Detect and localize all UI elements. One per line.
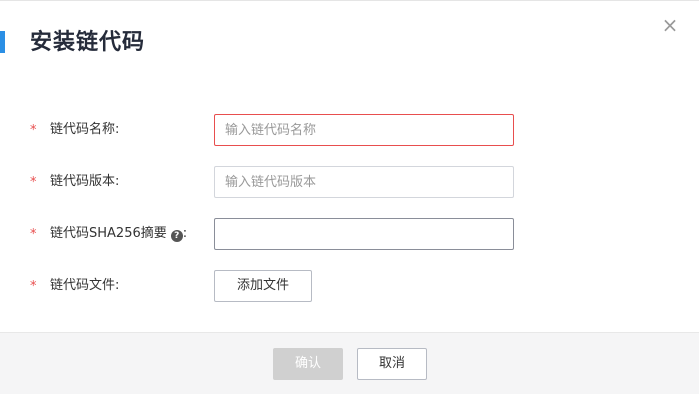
chaincode-version-label: 链代码版本: [50, 174, 120, 189]
chaincode-name-input[interactable] [214, 114, 514, 146]
form-row-chaincode-name: * 链代码名称: [0, 114, 699, 146]
add-file-button[interactable]: 添加文件 [214, 270, 312, 302]
sha256-digest-input[interactable] [214, 218, 514, 250]
cancel-button[interactable]: 取消 [357, 348, 427, 380]
confirm-button[interactable]: 确认 [273, 348, 343, 380]
title-accent-bar [0, 31, 5, 53]
dialog-title: 安装链代码 [30, 30, 146, 55]
required-mark: * [30, 279, 37, 294]
chaincode-file-label: 链代码文件: [50, 278, 120, 293]
sha256-digest-label-text: 链代码SHA256摘要 [50, 226, 167, 241]
form-row-chaincode-version: * 链代码版本: [0, 166, 699, 198]
required-mark: * [30, 123, 37, 138]
install-chaincode-dialog: 安装链代码 × * 链代码名称: * 链代码版本: * 链代码SHA256摘要?… [0, 0, 699, 394]
chaincode-name-label: 链代码名称: [50, 122, 120, 137]
sha256-digest-label: 链代码SHA256摘要?: [50, 224, 187, 244]
sha256-digest-label-colon: : [182, 226, 188, 241]
question-circle-icon[interactable]: ? [170, 230, 183, 242]
required-mark: * [30, 175, 37, 190]
dialog-footer: 确认 取消 [0, 332, 699, 394]
close-icon[interactable]: × [661, 15, 679, 35]
form-row-chaincode-file: * 链代码文件: 添加文件 [0, 270, 699, 302]
required-mark: * [30, 227, 37, 242]
chaincode-version-input[interactable] [214, 166, 514, 198]
form-row-sha256-digest: * 链代码SHA256摘要?: [0, 218, 699, 250]
